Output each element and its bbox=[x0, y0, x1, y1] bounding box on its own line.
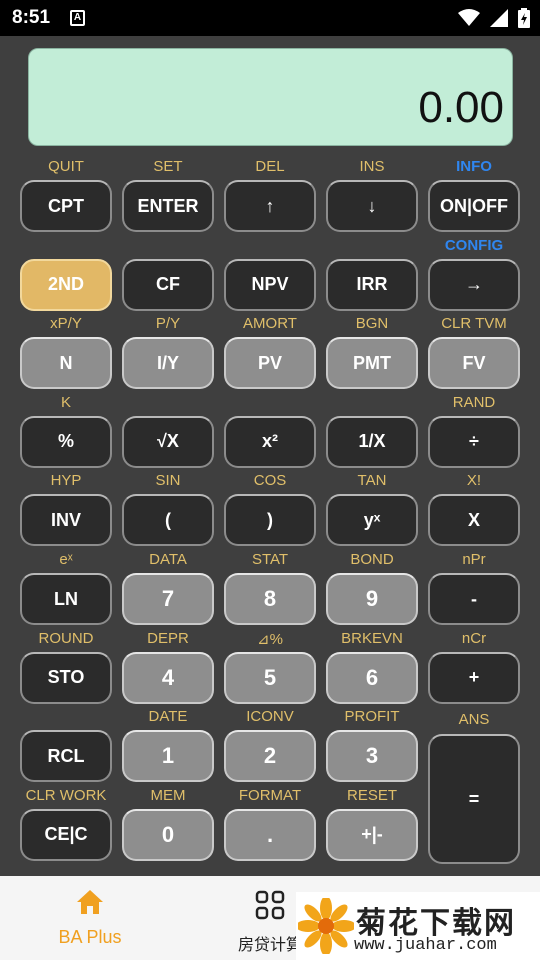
status-bar: 8:51 A bbox=[0, 0, 540, 36]
key-x-button[interactable]: X bbox=[428, 494, 520, 547]
key-sublabel: PROFIT bbox=[344, 708, 400, 726]
key-1-button[interactable]: 1 bbox=[122, 730, 214, 783]
key-fv-button[interactable]: FV bbox=[428, 337, 520, 390]
notification-icon: A bbox=[70, 10, 85, 26]
key-sublabel: INFO bbox=[456, 158, 492, 175]
key-sublabel: RESET bbox=[346, 786, 397, 804]
tab-mortgage-calc-label: 房贷计算 bbox=[237, 937, 302, 954]
key-pmt-button[interactable]: PMT bbox=[326, 337, 418, 390]
key-sym-5-4-button[interactable]: - bbox=[428, 573, 520, 625]
key-y-button[interactable]: yˣ bbox=[326, 494, 418, 547]
key-sublabel: X! bbox=[466, 472, 482, 490]
watermark-url: www.juahar.com bbox=[354, 936, 497, 955]
key-sublabel: ANS bbox=[458, 711, 490, 729]
grid-icon bbox=[255, 890, 285, 925]
key-sublabel: DATA bbox=[149, 551, 187, 568]
key-on-off-button[interactable]: ON|OFF bbox=[428, 180, 520, 232]
calculator-display: 0.00 bbox=[28, 48, 513, 146]
key-sublabel: nPr bbox=[462, 551, 486, 568]
watermark: 菊花下载网 www.juahar.com bbox=[296, 892, 540, 960]
key-sublabel: RAND bbox=[452, 393, 496, 411]
key-x-button[interactable]: x² bbox=[224, 415, 316, 468]
key-4-button[interactable]: 4 bbox=[122, 651, 214, 704]
key-sublabel: BOND bbox=[350, 551, 394, 568]
key-ln-button[interactable]: LN bbox=[20, 573, 112, 625]
key-ce-c-button[interactable]: CE|C bbox=[20, 808, 112, 861]
key-7-button[interactable]: 7 bbox=[122, 573, 214, 625]
key-cf-button[interactable]: CF bbox=[122, 258, 214, 311]
key-npv-button[interactable]: NPV bbox=[224, 258, 316, 311]
key-8-button[interactable]: 8 bbox=[224, 573, 316, 625]
key-sublabel: AMORT bbox=[243, 315, 297, 333]
key-sym-4-2-button[interactable]: ) bbox=[224, 494, 316, 547]
flower-logo-icon bbox=[296, 896, 356, 959]
key-sublabel: ROUND bbox=[38, 629, 94, 647]
key-sublabel: SET bbox=[153, 158, 183, 175]
key-sublabel: CLR WORK bbox=[25, 786, 107, 804]
key-sublabel: COS bbox=[253, 472, 287, 490]
key-sublabel: STAT bbox=[251, 551, 289, 568]
key-sublabel: QUIT bbox=[48, 158, 84, 175]
wifi-icon bbox=[458, 9, 480, 27]
key-sublabel: P/Y bbox=[155, 315, 181, 333]
key-inv-button[interactable]: INV bbox=[20, 494, 112, 547]
key-enter-button[interactable]: ENTER bbox=[122, 180, 214, 232]
display-value: 0.00 bbox=[418, 83, 504, 132]
key-sublabel: DEPR bbox=[147, 629, 189, 647]
key-sto-button[interactable]: STO bbox=[20, 651, 112, 704]
key-3-button[interactable]: 3 bbox=[326, 730, 418, 783]
signal-icon bbox=[490, 9, 508, 27]
key-sym-4-1-button[interactable]: ( bbox=[122, 494, 214, 547]
battery-icon bbox=[518, 8, 530, 28]
key-2nd-button[interactable]: 2ND bbox=[20, 258, 112, 311]
key-sym-0-3-button[interactable]: ↓ bbox=[326, 180, 418, 232]
key-sublabel: xP/Y bbox=[50, 315, 82, 333]
key-rcl-button[interactable]: RCL bbox=[20, 730, 112, 783]
key-sublabel: INS bbox=[359, 158, 385, 175]
key-sublabel: ⊿% bbox=[257, 630, 283, 648]
key-sublabel: DEL bbox=[255, 158, 285, 175]
key-sublabel: K bbox=[60, 393, 71, 411]
key-sublabel: FORMAT bbox=[238, 786, 302, 804]
key-sublabel: DATE bbox=[148, 708, 188, 726]
key-sublabel: eˣ bbox=[59, 551, 73, 568]
home-icon bbox=[75, 888, 105, 921]
key-sublabel: CONFIG bbox=[444, 236, 504, 254]
key-sublabel: ICONV bbox=[246, 708, 294, 726]
key-sublabel: nCr bbox=[461, 629, 487, 647]
key-n-button[interactable]: N bbox=[20, 337, 112, 390]
key-sublabel: MEM bbox=[150, 786, 186, 804]
key-0-button[interactable]: 0 bbox=[122, 808, 214, 861]
key-sublabel: BRKEVN bbox=[341, 629, 403, 647]
key-irr-button[interactable]: IRR bbox=[326, 258, 418, 311]
key-sym-6-4-button[interactable]: + bbox=[428, 651, 520, 704]
key-sym-0-2-button[interactable]: ↑ bbox=[224, 180, 316, 232]
key-5-button[interactable]: 5 bbox=[224, 651, 316, 704]
key-sublabel: CLR TVM bbox=[441, 315, 507, 333]
key-sym-1-4-button[interactable]: → bbox=[428, 258, 520, 311]
key-sublabel: BGN bbox=[355, 315, 389, 333]
key-sublabel: TAN bbox=[357, 472, 387, 490]
key-sym-8-3-button[interactable]: +|- bbox=[326, 808, 418, 861]
key-sym-3-4-button[interactable]: ÷ bbox=[428, 415, 520, 468]
key-pv-button[interactable]: PV bbox=[224, 337, 316, 390]
key-sublabel: SIN bbox=[155, 472, 181, 490]
key-sym-7-4-button[interactable]: = bbox=[428, 734, 520, 865]
key-x-button[interactable]: √X bbox=[122, 415, 214, 468]
tab-ba-plus[interactable]: BA Plus bbox=[30, 876, 150, 960]
key-sublabel: HYP bbox=[50, 472, 82, 490]
status-time: 8:51 bbox=[12, 7, 51, 28]
key-9-button[interactable]: 9 bbox=[326, 573, 418, 625]
key-cpt-button[interactable]: CPT bbox=[20, 180, 112, 232]
key-sym-8-2-button[interactable]: . bbox=[224, 808, 316, 861]
key-2-button[interactable]: 2 bbox=[224, 730, 316, 783]
key-6-button[interactable]: 6 bbox=[326, 651, 418, 704]
key-1-x-button[interactable]: 1/X bbox=[326, 415, 418, 468]
tab-ba-plus-label: BA Plus bbox=[58, 927, 122, 947]
key-sym-3-0-button[interactable]: % bbox=[20, 415, 112, 468]
key-i-y-button[interactable]: I/Y bbox=[122, 337, 214, 390]
